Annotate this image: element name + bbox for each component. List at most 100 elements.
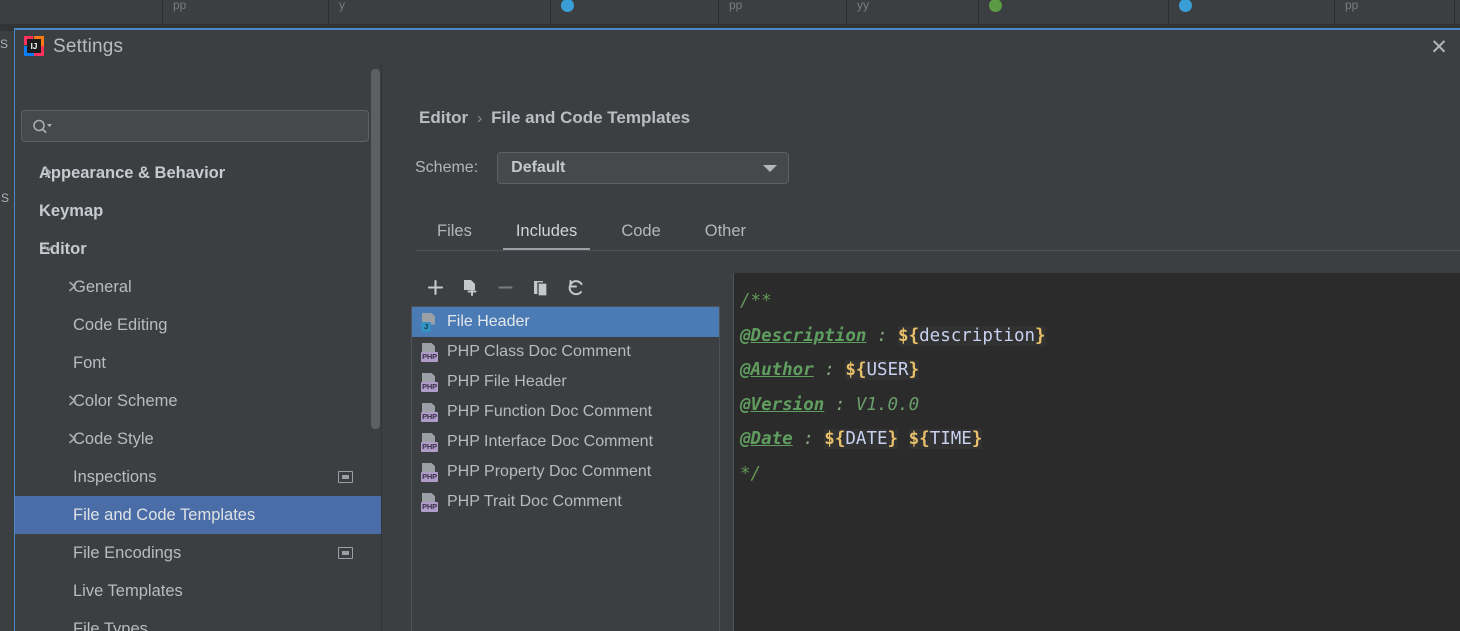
background-tab[interactable]: yy bbox=[847, 0, 979, 24]
background-tab[interactable] bbox=[1169, 0, 1335, 24]
code-variable-close: } bbox=[908, 360, 920, 380]
code-separator: : bbox=[792, 429, 825, 449]
template-list-item[interactable]: PHP PHP Trait Doc Comment bbox=[412, 487, 719, 517]
tab-includes[interactable]: Includes bbox=[494, 222, 599, 251]
sidebar-item-code-editing[interactable]: Code Editing bbox=[15, 306, 381, 344]
code-tag: @Version bbox=[740, 394, 825, 415]
svg-text:IJ: IJ bbox=[31, 42, 38, 51]
template-name: File Header bbox=[447, 313, 530, 330]
sliver-text-mid: S bbox=[1, 191, 10, 205]
chevron-right-icon[interactable] bbox=[67, 433, 79, 445]
code-variable-name: TIME bbox=[929, 429, 972, 449]
chevron-right-icon[interactable] bbox=[67, 281, 79, 293]
php-file-icon: PHP bbox=[421, 492, 438, 512]
add-file-button[interactable] bbox=[454, 273, 487, 303]
sidebar-item-general[interactable]: General bbox=[15, 268, 381, 306]
sidebar-item-label: File Types bbox=[73, 619, 148, 631]
tab-code[interactable]: Code bbox=[599, 222, 682, 251]
settings-tree-panel: Appearance & Behavior Keymap Editor General… bbox=[15, 64, 381, 631]
sidebar-item-label: File Encodings bbox=[73, 543, 182, 562]
remove-button bbox=[489, 273, 522, 303]
sidebar-item-keymap[interactable]: Keymap bbox=[15, 192, 381, 230]
background-tab-label: pp bbox=[729, 0, 743, 12]
template-name: PHP Function Doc Comment bbox=[447, 403, 653, 420]
template-category-tabs[interactable]: Files Includes Code Other bbox=[415, 211, 768, 251]
sidebar-item-color-scheme[interactable]: Color Scheme bbox=[15, 382, 381, 420]
background-tab[interactable]: pp bbox=[719, 0, 847, 24]
template-code-editor[interactable]: /** @Description : ${description} @Author … bbox=[733, 273, 1460, 631]
code-line: @Description : ${description} bbox=[740, 319, 1460, 354]
template-list-toolbar[interactable] bbox=[411, 269, 720, 306]
chevron-down-icon[interactable] bbox=[43, 243, 55, 255]
background-tab-strip: pp y pp yy pp bbox=[0, 0, 1460, 24]
tab-files[interactable]: Files bbox=[415, 222, 494, 251]
template-name: PHP Trait Doc Comment bbox=[447, 493, 622, 510]
add-button[interactable] bbox=[419, 273, 452, 303]
chevron-right-icon[interactable] bbox=[43, 167, 55, 179]
copy-button[interactable] bbox=[524, 273, 557, 303]
sidebar-item-file-and-code-templates[interactable]: File and Code Templates bbox=[15, 496, 381, 534]
sidebar-item-label: File and Code Templates bbox=[73, 505, 256, 524]
template-list-item[interactable]: PHP PHP Property Doc Comment bbox=[412, 457, 719, 487]
sidebar-item-code-style[interactable]: Code Style bbox=[15, 420, 381, 458]
sidebar-item-file-encodings[interactable]: File Encodings bbox=[15, 534, 381, 572]
dialog-titlebar: IJ Settings ✕ bbox=[15, 30, 1460, 64]
code-variable: ${description} bbox=[898, 325, 1046, 346]
tree-scrollbar[interactable] bbox=[371, 69, 380, 429]
code-variable-close: } bbox=[887, 429, 899, 449]
code-variable-close: } bbox=[971, 429, 983, 449]
chevron-right-icon[interactable] bbox=[67, 395, 79, 407]
background-tab[interactable] bbox=[551, 0, 719, 24]
template-list-item[interactable]: PHP PHP Function Doc Comment bbox=[412, 397, 719, 427]
sidebar-item-editor[interactable]: Editor bbox=[15, 230, 381, 268]
background-tab-label: y bbox=[339, 0, 345, 12]
template-list[interactable]: J File Header PHP PHP Class Doc Comment PHP P… bbox=[411, 306, 720, 631]
tab-other[interactable]: Other bbox=[683, 222, 768, 251]
sidebar-item-label: General bbox=[73, 277, 132, 296]
close-icon[interactable]: ✕ bbox=[1426, 34, 1452, 60]
template-list-item[interactable]: J File Header bbox=[412, 307, 719, 337]
sidebar-item-label: Appearance & Behavior bbox=[39, 163, 226, 182]
template-list-item[interactable]: PHP PHP Class Doc Comment bbox=[412, 337, 719, 367]
code-line: @Author : ${USER} bbox=[740, 353, 1460, 388]
java-file-icon: J bbox=[421, 312, 438, 332]
background-tab[interactable] bbox=[0, 0, 163, 24]
breadcrumb-separator-icon: › bbox=[477, 109, 483, 127]
sidebar-item-appearance-behavior[interactable]: Appearance & Behavior bbox=[15, 154, 381, 192]
code-comment: /** bbox=[740, 291, 772, 311]
sidebar-item-label: Font bbox=[73, 353, 107, 372]
scheme-selected-value: Default bbox=[511, 159, 566, 176]
content-panel: Editor › File and Code Templates Scheme:… bbox=[382, 64, 1460, 631]
code-line: @Date : ${DATE} ${TIME} bbox=[740, 422, 1460, 457]
sidebar-item-inspections[interactable]: Inspections bbox=[15, 458, 381, 496]
template-list-item[interactable]: PHP PHP Interface Doc Comment bbox=[412, 427, 719, 457]
code-value: V1.0.0 bbox=[855, 394, 920, 415]
code-separator: : bbox=[813, 360, 846, 380]
background-tab-label: yy bbox=[857, 0, 869, 12]
code-separator: : bbox=[824, 394, 856, 415]
background-tab[interactable]: y bbox=[329, 0, 551, 24]
scheme-select[interactable]: Default bbox=[497, 152, 790, 184]
reset-button[interactable] bbox=[559, 273, 592, 303]
settings-tree[interactable]: Appearance & Behavior Keymap Editor General… bbox=[15, 154, 381, 631]
background-tab[interactable]: pp bbox=[163, 0, 329, 24]
intellij-idea-logo-icon: IJ bbox=[23, 35, 45, 57]
sidebar-item-font[interactable]: Font bbox=[15, 344, 381, 382]
code-line: */ bbox=[740, 457, 1460, 492]
background-tab[interactable] bbox=[979, 0, 1169, 24]
code-variable-name: USER bbox=[866, 360, 909, 380]
scheme-row: Scheme: Default bbox=[415, 152, 790, 184]
code-tag: @Date bbox=[740, 429, 793, 449]
php-file-icon: PHP bbox=[421, 402, 438, 422]
template-list-item[interactable]: PHP PHP File Header bbox=[412, 367, 719, 397]
sidebar-item-live-templates[interactable]: Live Templates bbox=[15, 572, 381, 610]
breadcrumb-parent[interactable]: Editor bbox=[419, 108, 468, 128]
template-name: PHP Property Doc Comment bbox=[447, 463, 652, 480]
template-name: PHP Class Doc Comment bbox=[447, 343, 631, 360]
search-input[interactable] bbox=[52, 117, 368, 135]
settings-search-box[interactable] bbox=[21, 110, 369, 142]
sidebar-item-file-types[interactable]: File Types bbox=[15, 610, 381, 631]
code-variable: ${USER} bbox=[845, 360, 920, 380]
background-tab[interactable]: pp bbox=[1335, 0, 1455, 24]
code-tag: @Author bbox=[740, 360, 814, 380]
